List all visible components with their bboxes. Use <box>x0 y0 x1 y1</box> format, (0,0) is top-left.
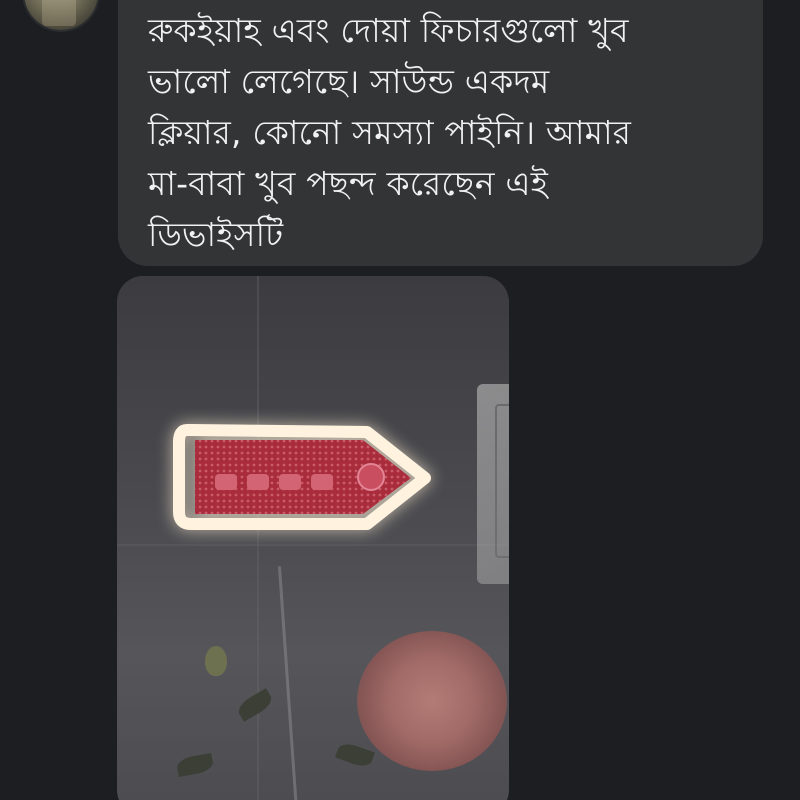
quran-speaker-device <box>173 424 431 530</box>
device-button-3 <box>279 474 301 490</box>
flower-bud <box>205 646 227 676</box>
message-bubble[interactable]: রুকইয়াহ এবং দোয়া ফিচারগুলো খুব ভালো লে… <box>118 0 763 266</box>
rose-decoration <box>357 631 507 771</box>
wall-switch-board <box>477 384 509 584</box>
device-power-button <box>357 463 385 491</box>
leaf <box>335 740 375 770</box>
message-line: ডিভাইসটি <box>148 215 284 254</box>
message-line: মা-বাবা খুব পছন্দ করেছেন এই <box>148 164 549 203</box>
device-button-1 <box>215 474 237 490</box>
chat-screen: রুকইয়াহ এবং দোয়া ফিচারগুলো খুব ভালো লে… <box>0 0 800 800</box>
leaf <box>234 688 276 722</box>
message-line: ভালো লেগেছে। সাউন্ড একদম <box>148 62 550 101</box>
avatar[interactable] <box>22 0 100 32</box>
message-line: রুকইয়াহ এবং দোয়া ফিচারগুলো খুব <box>148 11 629 50</box>
cable <box>277 566 300 800</box>
avatar-figure <box>42 0 76 26</box>
attached-photo[interactable] <box>117 276 509 800</box>
message-line: ক্লিয়ার, কোনো সমস্যা পাইনি। আমার <box>148 113 632 152</box>
device-button-2 <box>247 474 269 490</box>
device-button-4 <box>311 474 333 490</box>
leaf <box>175 753 215 777</box>
switch-board-panel <box>495 404 509 558</box>
